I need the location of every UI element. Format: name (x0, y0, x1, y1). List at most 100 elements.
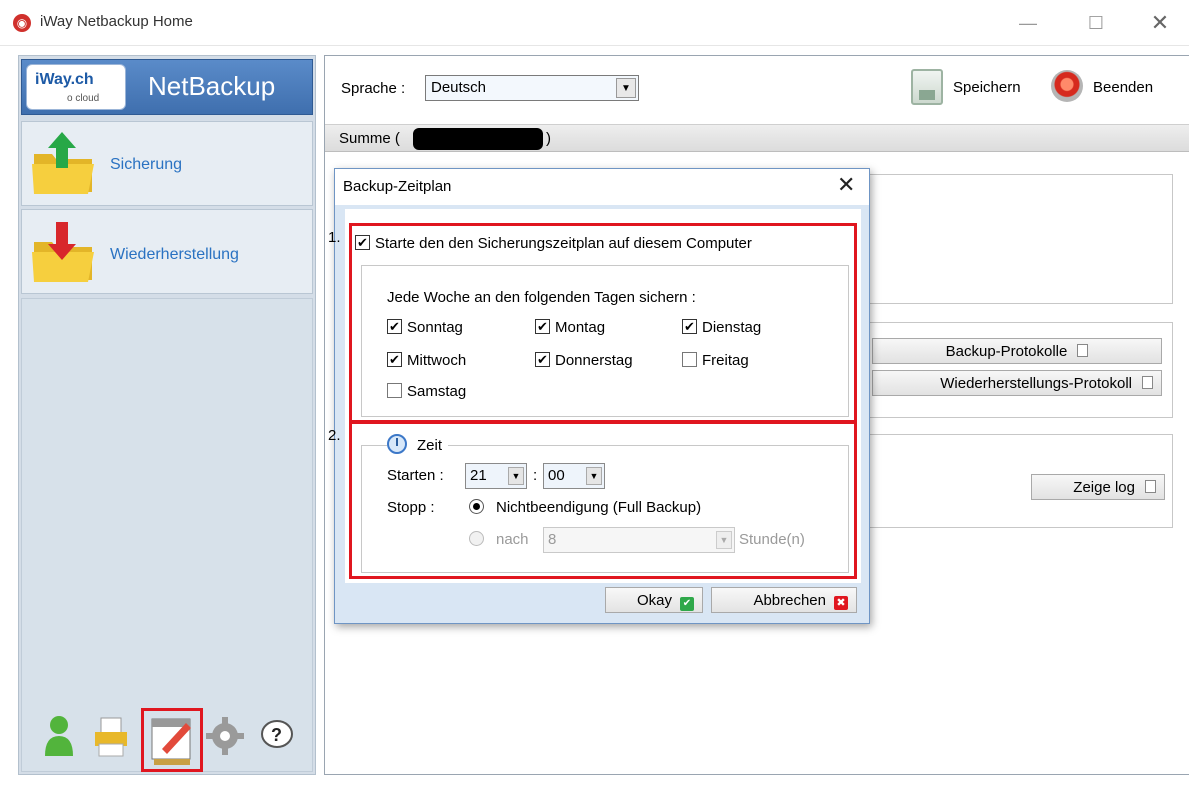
save-disk-icon (911, 69, 943, 105)
sidebar-empty-area (21, 298, 313, 772)
printer-icon[interactable] (91, 714, 131, 758)
language-label: Sprache : (341, 80, 406, 97)
language-select[interactable]: Deutsch ▼ (425, 75, 639, 101)
checkbox-unchecked (682, 352, 697, 367)
document-icon (1145, 480, 1156, 493)
day-checkbox-samstag[interactable]: Samstag (387, 383, 466, 400)
summary-bar: Summe ( ) (325, 124, 1189, 152)
summary-label: Summe ( (339, 130, 400, 147)
minimize-button[interactable]: — (1005, 8, 1051, 38)
calendar-schedule-icon (151, 718, 191, 765)
radio-disabled (469, 531, 484, 546)
day-checkbox-mittwoch[interactable]: Mittwoch (387, 352, 466, 369)
okay-label: Okay (636, 592, 672, 609)
cancel-button[interactable]: Abbrechen ✖ (711, 587, 857, 613)
document-icon (1142, 376, 1153, 389)
show-log-label: Zeige log (1073, 479, 1135, 496)
toolbar: Sprache : Deutsch ▼ Speichern Beenden (325, 56, 1189, 118)
chevron-down-icon: ▼ (508, 467, 524, 485)
start-minute-select[interactable]: 00 ▼ (543, 463, 605, 489)
stop-hours-value: 8 (548, 531, 557, 548)
window-title: iWay Netbackup Home (40, 13, 193, 30)
day-label: Samstag (407, 383, 467, 400)
stop-hours-unit: Stunde(n) (739, 531, 805, 548)
window-titlebar: ◉ iWay Netbackup Home — ☐ ✕ (0, 0, 1189, 46)
checkbox-checked (682, 319, 697, 334)
start-time-label: Starten : (387, 467, 444, 484)
dialog-titlebar: Backup-Zeitplan ✕ (335, 169, 869, 205)
enable-schedule-label: Starte den den Sicherungszeitplan auf di… (375, 235, 752, 252)
day-label: Freitag (702, 352, 749, 369)
folder-upload-icon (32, 132, 94, 194)
stop-full-backup-radio[interactable]: Nichtbeendigung (Full Backup) (469, 499, 701, 516)
backup-logs-label: Backup-Protokolle (945, 343, 1068, 360)
calendar-schedule-button[interactable] (141, 708, 203, 772)
time-separator: : (533, 467, 538, 484)
day-label: Montag (555, 319, 606, 336)
cancel-label: Abbrechen (753, 592, 826, 609)
okay-button[interactable]: Okay ✔ (605, 587, 703, 613)
quit-label: Beenden (1093, 79, 1154, 96)
info-group-box (865, 174, 1173, 304)
dialog-close-button[interactable]: ✕ (837, 172, 855, 198)
gear-icon[interactable] (205, 714, 245, 758)
day-label: Dienstag (702, 319, 762, 336)
svg-text:?: ? (271, 725, 282, 745)
step-number-1: 1. (328, 229, 341, 246)
radio-selected (469, 499, 484, 514)
enable-schedule-checkbox[interactable]: Starte den den Sicherungszeitplan auf di… (355, 235, 752, 252)
iway-logo: iWay.ch o cloud (26, 64, 126, 110)
checkbox-checked (387, 352, 402, 367)
power-icon (1051, 70, 1083, 102)
help-icon[interactable]: ? (257, 714, 297, 758)
save-label: Speichern (953, 79, 1021, 96)
folder-download-icon (32, 222, 94, 282)
clock-icon (387, 434, 407, 454)
time-group-label: Zeit (417, 437, 443, 454)
show-log-button[interactable]: Zeige log (1031, 474, 1165, 500)
checkbox-unchecked (387, 383, 402, 398)
backup-logs-button[interactable]: Backup-Protokolle (872, 338, 1162, 364)
sidebar-item-wiederherstellung[interactable]: Wiederherstellung (21, 209, 313, 294)
checkbox-checked (355, 235, 370, 250)
day-label: Donnerstag (555, 352, 633, 369)
start-minute-value: 00 (548, 467, 565, 484)
restore-log-button[interactable]: Wiederherstellungs-Protokoll (872, 370, 1162, 396)
day-checkbox-freitag[interactable]: Freitag (682, 352, 749, 369)
checkbox-checked (387, 319, 402, 334)
day-checkbox-montag[interactable]: Montag (535, 319, 605, 336)
document-icon (1077, 344, 1089, 357)
chevron-down-icon: ▼ (616, 78, 636, 98)
step-number-2: 2. (328, 427, 341, 444)
weekday-heading: Jede Woche an den folgenden Tagen sicher… (387, 289, 696, 306)
maximize-button[interactable]: ☐ (1073, 8, 1119, 38)
sidebar-item-label: Sicherung (110, 156, 183, 173)
check-icon: ✔ (680, 597, 694, 611)
day-label: Mittwoch (407, 352, 467, 369)
language-value: Deutsch (431, 79, 487, 96)
user-icon[interactable] (39, 714, 79, 758)
summary-paren: ) (546, 130, 551, 147)
checkbox-checked (535, 352, 550, 367)
dialog-title: Backup-Zeitplan (343, 178, 452, 195)
sidebar: iWay.ch o cloud NetBackup Sicherung Wied… (18, 55, 316, 775)
stop-label: Stopp : (387, 499, 435, 516)
logo-text: iWay.ch (35, 71, 94, 88)
day-checkbox-donnerstag[interactable]: Donnerstag (535, 352, 633, 369)
stop-after-label: nach (496, 531, 529, 548)
window-close-button[interactable]: ✕ (1137, 8, 1183, 38)
backup-schedule-dialog: Backup-Zeitplan ✕ 1. 2. Starte den den S… (328, 168, 870, 624)
chevron-down-icon: ▼ (586, 467, 602, 485)
stop-full-label: Nichtbeendigung (Full Backup) (496, 499, 702, 516)
close-icon: ✖ (834, 596, 848, 610)
product-name: NetBackup (148, 71, 276, 101)
sidebar-item-sicherung[interactable]: Sicherung (21, 121, 313, 206)
logo-subtext: o cloud (67, 93, 100, 104)
checkbox-checked (535, 319, 550, 334)
start-hour-select[interactable]: 21 ▼ (465, 463, 527, 489)
stop-after-hours-radio[interactable]: nach (469, 531, 529, 548)
stop-hours-select[interactable]: 8 ▼ (543, 527, 735, 553)
brand-header: iWay.ch o cloud NetBackup (21, 59, 313, 115)
day-checkbox-dienstag[interactable]: Dienstag (682, 319, 761, 336)
day-checkbox-sonntag[interactable]: Sonntag (387, 319, 463, 336)
